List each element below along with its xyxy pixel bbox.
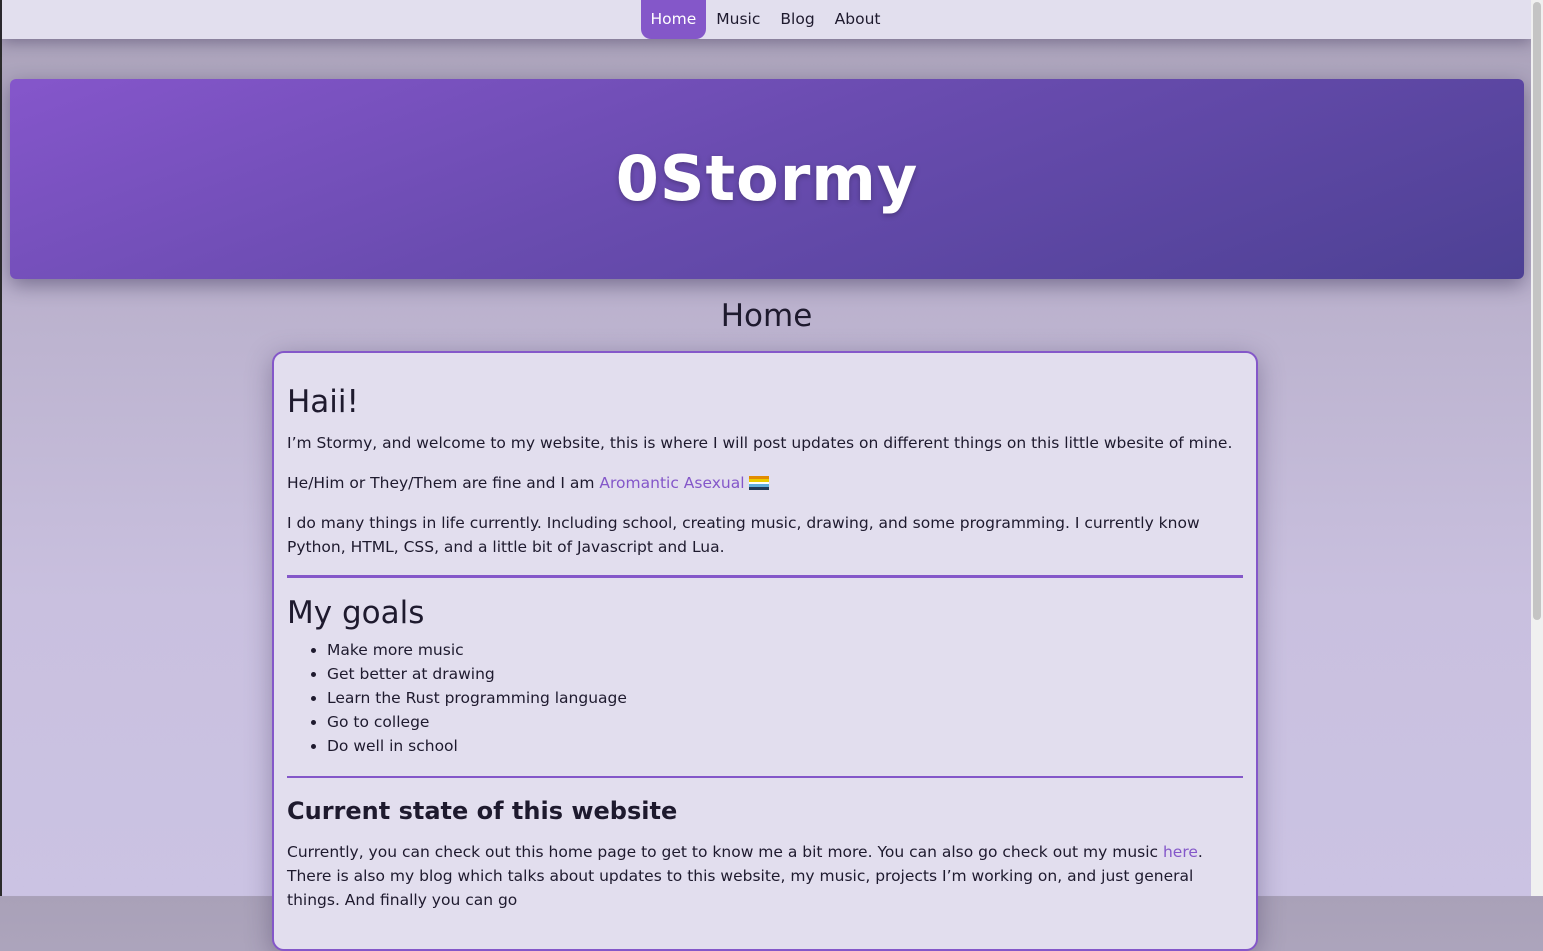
nav-about[interactable]: About (825, 0, 891, 39)
page-title: Home (720, 298, 813, 334)
activities-paragraph: I do many things in life currently. Incl… (287, 514, 1200, 556)
window-edge (0, 0, 2, 896)
state-text: Currently, you can check out this home p… (287, 843, 1163, 861)
intro-heading: Haii! (287, 384, 359, 420)
scrollbar-thumb[interactable] (1533, 2, 1541, 620)
flag-stripe (748, 487, 769, 490)
site-banner: 0Stormy (10, 79, 1524, 279)
site-title: 0Stormy (615, 141, 919, 215)
goals-heading: My goals (287, 595, 425, 631)
list-item: Do well in school (327, 734, 1243, 758)
nav-home[interactable]: Home (640, 0, 707, 39)
list-item: Make more music (327, 638, 1243, 662)
section-divider (287, 776, 1243, 778)
pronouns-text: He/Him or They/Them are fine and I am (287, 474, 600, 492)
list-item: Go to college (327, 710, 1243, 734)
aroace-flag-icon (748, 476, 769, 490)
website-state-paragraph: Currently, you can check out this home p… (287, 840, 1243, 912)
goals-list: Make more music Get better at drawing Le… (287, 638, 1243, 758)
aromantic-asexual-link[interactable]: Aromantic Asexual (599, 474, 744, 492)
nav-music[interactable]: Music (706, 0, 770, 39)
nav-items: Home Music Blog About (640, 0, 891, 39)
nav-blog[interactable]: Blog (770, 0, 824, 39)
top-nav: Home Music Blog About (2, 0, 1531, 39)
list-item: Get better at drawing (327, 662, 1243, 686)
list-item: Learn the Rust programming language (327, 686, 1243, 710)
page-scrollbar[interactable] (1531, 0, 1543, 896)
music-here-link[interactable]: here (1163, 843, 1198, 861)
content-card: Haii! I’m Stormy, and welcome to my webs… (272, 351, 1258, 951)
section-divider (287, 575, 1243, 578)
intro-paragraph: I’m Stormy, and welcome to my website, t… (287, 434, 1233, 452)
website-state-heading: Current state of this website (287, 797, 678, 825)
pronouns-paragraph: He/Him or They/Them are fine and I am Ar… (287, 471, 1243, 495)
